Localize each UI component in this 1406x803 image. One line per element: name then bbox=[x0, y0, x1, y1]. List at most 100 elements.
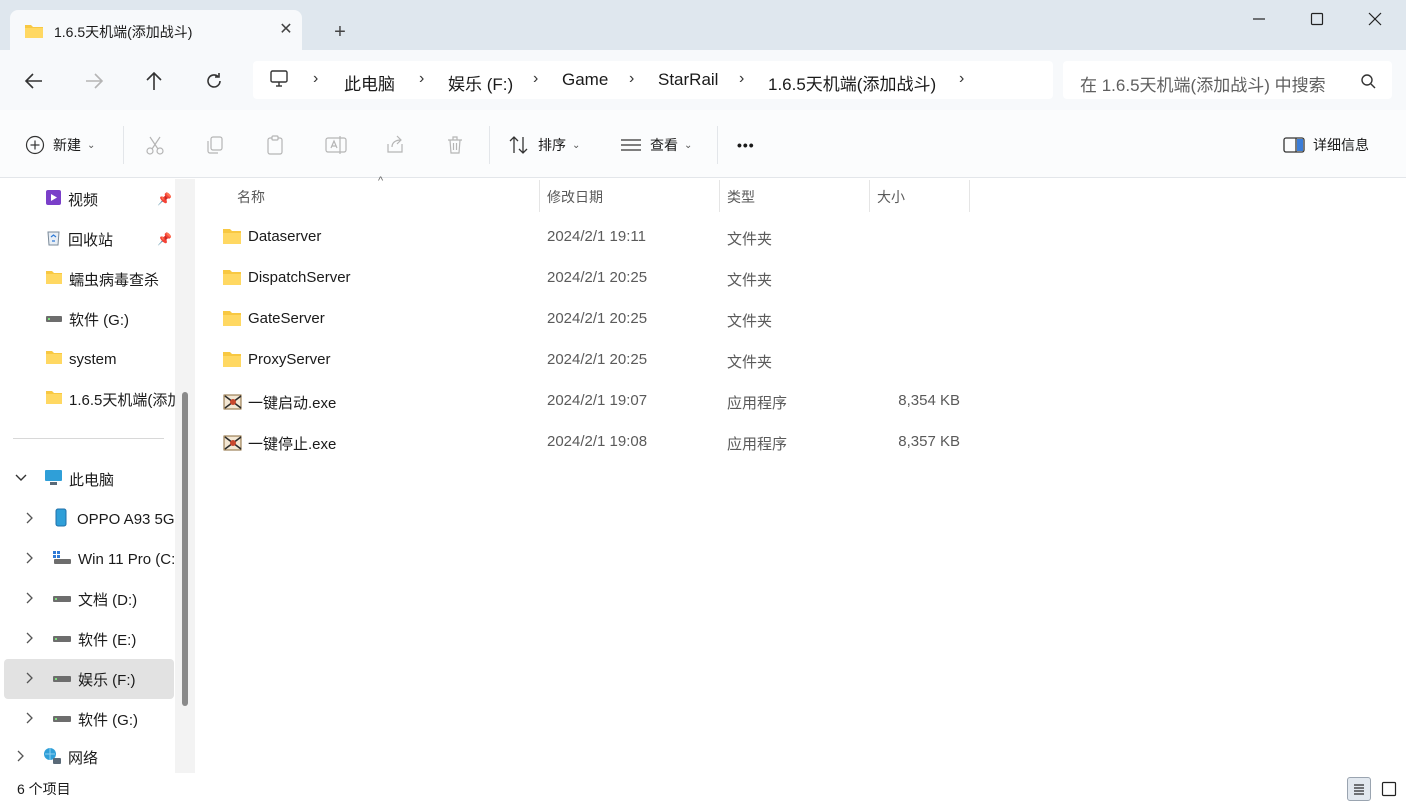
view-button[interactable]: 查看 ⌄ bbox=[620, 132, 692, 158]
sidebar-item-folder[interactable]: 1.6.5天机端(添加战斗) bbox=[0, 381, 175, 417]
computer-icon[interactable] bbox=[269, 70, 289, 91]
file-row[interactable]: ProxyServer 2024/2/1 20:25 文件夹 bbox=[210, 340, 980, 380]
drive-icon bbox=[52, 671, 72, 687]
forward-arrow-icon[interactable] bbox=[80, 68, 108, 94]
chevron-right-icon[interactable] bbox=[26, 711, 34, 727]
breadcrumb-current-folder[interactable]: 1.6.5天机端(添加战斗) bbox=[768, 70, 936, 95]
sidebar-item-drive-d[interactable]: 文档 (D:) bbox=[0, 581, 175, 617]
sidebar-item-this-pc[interactable]: 此电脑 bbox=[0, 461, 175, 497]
column-divider[interactable] bbox=[869, 180, 870, 212]
details-view-button[interactable] bbox=[1347, 777, 1371, 801]
file-row[interactable]: DispatchServer 2024/2/1 20:25 文件夹 bbox=[210, 258, 980, 298]
chevron-down-icon: ⌄ bbox=[684, 139, 693, 151]
tab-close-icon[interactable]: ✕ bbox=[276, 20, 296, 40]
folder-icon bbox=[222, 310, 242, 330]
breadcrumb-drive-f[interactable]: 娱乐 (F:) bbox=[448, 70, 513, 95]
chevron-down-icon[interactable] bbox=[15, 473, 27, 485]
chevron-right-icon[interactable]: › bbox=[533, 70, 538, 88]
sidebar-item-recycle-bin[interactable]: 回收站 📌 bbox=[0, 221, 175, 257]
share-button[interactable] bbox=[385, 132, 405, 158]
column-header-date[interactable]: 修改日期 bbox=[547, 184, 603, 210]
chevron-right-icon[interactable] bbox=[26, 551, 34, 567]
sidebar-item-drive-g[interactable]: 软件 (G:) bbox=[0, 701, 175, 737]
chevron-right-icon[interactable] bbox=[26, 591, 34, 607]
chevron-right-icon[interactable]: › bbox=[739, 70, 744, 88]
search-box[interactable]: 在 1.6.5天机端(添加战斗) 中搜索 bbox=[1063, 61, 1392, 99]
sort-button[interactable]: 排序 ⌄ bbox=[508, 132, 580, 158]
pin-icon[interactable]: 📌 bbox=[157, 192, 172, 206]
sidebar-item-folder[interactable]: system bbox=[0, 341, 175, 377]
chevron-right-icon[interactable]: › bbox=[419, 70, 424, 88]
column-divider[interactable] bbox=[969, 180, 970, 212]
scissors-icon bbox=[146, 136, 164, 155]
details-view-icon bbox=[1354, 784, 1364, 795]
file-type: 文件夹 bbox=[727, 231, 773, 248]
sidebar-item-drive-f[interactable]: 娱乐 (F:) bbox=[4, 659, 174, 699]
sidebar-item-folder[interactable]: 蠕虫病毒查杀 bbox=[0, 261, 175, 297]
toolbar-divider bbox=[717, 126, 718, 164]
column-header-name[interactable]: 名称 bbox=[237, 184, 265, 210]
folder-icon bbox=[45, 270, 63, 288]
tab-current[interactable]: 1.6.5天机端(添加战斗) ✕ bbox=[10, 10, 302, 50]
column-divider[interactable] bbox=[539, 180, 540, 212]
chevron-right-icon[interactable]: › bbox=[959, 70, 964, 88]
breadcrumb-starrail[interactable]: StarRail bbox=[658, 70, 718, 90]
column-divider[interactable] bbox=[719, 180, 720, 212]
search-icon[interactable] bbox=[1360, 73, 1376, 92]
column-header-type[interactable]: 类型 bbox=[727, 184, 755, 210]
folder-icon bbox=[45, 390, 63, 408]
copy-button[interactable] bbox=[205, 132, 225, 158]
drive-icon bbox=[52, 591, 72, 607]
pin-icon[interactable]: 📌 bbox=[157, 232, 172, 246]
new-button[interactable]: 新建 ⌄ bbox=[25, 132, 95, 158]
address-bar[interactable]: › 此电脑 › 娱乐 (F:) › Game › StarRail › 1.6.… bbox=[253, 61, 1053, 99]
tiles-view-button[interactable] bbox=[1377, 777, 1401, 801]
file-row[interactable]: 一键停止.exe 2024/2/1 19:08 应用程序 8,357 KB bbox=[210, 422, 980, 462]
file-type: 文件夹 bbox=[727, 272, 773, 289]
share-icon bbox=[387, 135, 403, 153]
details-pane-label: 详细信息 bbox=[1313, 137, 1369, 153]
chevron-right-icon[interactable]: › bbox=[313, 70, 318, 88]
chevron-right-icon[interactable] bbox=[17, 749, 25, 765]
breadcrumb-game[interactable]: Game bbox=[562, 70, 608, 90]
rename-button[interactable] bbox=[325, 132, 347, 158]
cut-button[interactable] bbox=[145, 132, 165, 158]
chevron-right-icon[interactable] bbox=[26, 631, 34, 647]
sidebar-item-label: 软件 (E:) bbox=[78, 631, 137, 649]
sidebar-item-drive-c[interactable]: Win 11 Pro (C:) bbox=[0, 541, 175, 577]
file-row[interactable]: Dataserver 2024/2/1 19:11 文件夹 bbox=[210, 217, 980, 257]
close-window-icon[interactable] bbox=[1362, 6, 1388, 32]
details-pane-button[interactable]: 详细信息 bbox=[1283, 132, 1369, 158]
file-row[interactable]: 一键启动.exe 2024/2/1 19:07 应用程序 8,354 KB bbox=[210, 381, 980, 421]
video-icon bbox=[45, 189, 62, 209]
chevron-right-icon[interactable] bbox=[26, 511, 34, 527]
up-arrow-icon[interactable] bbox=[140, 68, 168, 94]
more-options-button[interactable]: ••• bbox=[737, 132, 755, 158]
sidebar-scrollbar-thumb[interactable] bbox=[182, 392, 188, 706]
file-row[interactable]: GateServer 2024/2/1 20:25 文件夹 bbox=[210, 299, 980, 339]
file-name: GateServer bbox=[248, 310, 325, 327]
chevron-right-icon[interactable] bbox=[26, 671, 34, 687]
delete-button[interactable] bbox=[445, 132, 465, 158]
maximize-icon[interactable] bbox=[1304, 6, 1330, 32]
sidebar-item-drive-e[interactable]: 软件 (E:) bbox=[0, 621, 175, 657]
chevron-right-icon[interactable]: › bbox=[629, 70, 634, 88]
sidebar-item-label: system bbox=[69, 350, 117, 368]
network-icon bbox=[42, 747, 62, 768]
sidebar-item-network[interactable]: 网络 bbox=[0, 741, 175, 773]
breadcrumb-this-pc[interactable]: 此电脑 bbox=[344, 70, 395, 95]
new-tab-button[interactable]: + bbox=[328, 20, 352, 44]
back-arrow-icon[interactable] bbox=[20, 68, 48, 94]
sidebar-item-videos[interactable]: 视频 📌 bbox=[0, 181, 175, 217]
column-header-size[interactable]: 大小 bbox=[877, 184, 905, 210]
folder-icon bbox=[222, 269, 242, 289]
paste-button[interactable] bbox=[265, 132, 285, 158]
item-count: 6 个项目 bbox=[17, 781, 71, 797]
sidebar-item-label: 软件 (G:) bbox=[78, 711, 138, 729]
refresh-icon[interactable] bbox=[200, 68, 228, 94]
sidebar-item-drive-g[interactable]: 软件 (G:) bbox=[0, 301, 175, 337]
search-placeholder: 在 1.6.5天机端(添加战斗) 中搜索 bbox=[1080, 76, 1326, 95]
sidebar-item-phone[interactable]: OPPO A93 5G bbox=[0, 501, 175, 537]
sort-button-label: 排序 bbox=[538, 137, 566, 153]
minimize-icon[interactable] bbox=[1246, 6, 1272, 32]
